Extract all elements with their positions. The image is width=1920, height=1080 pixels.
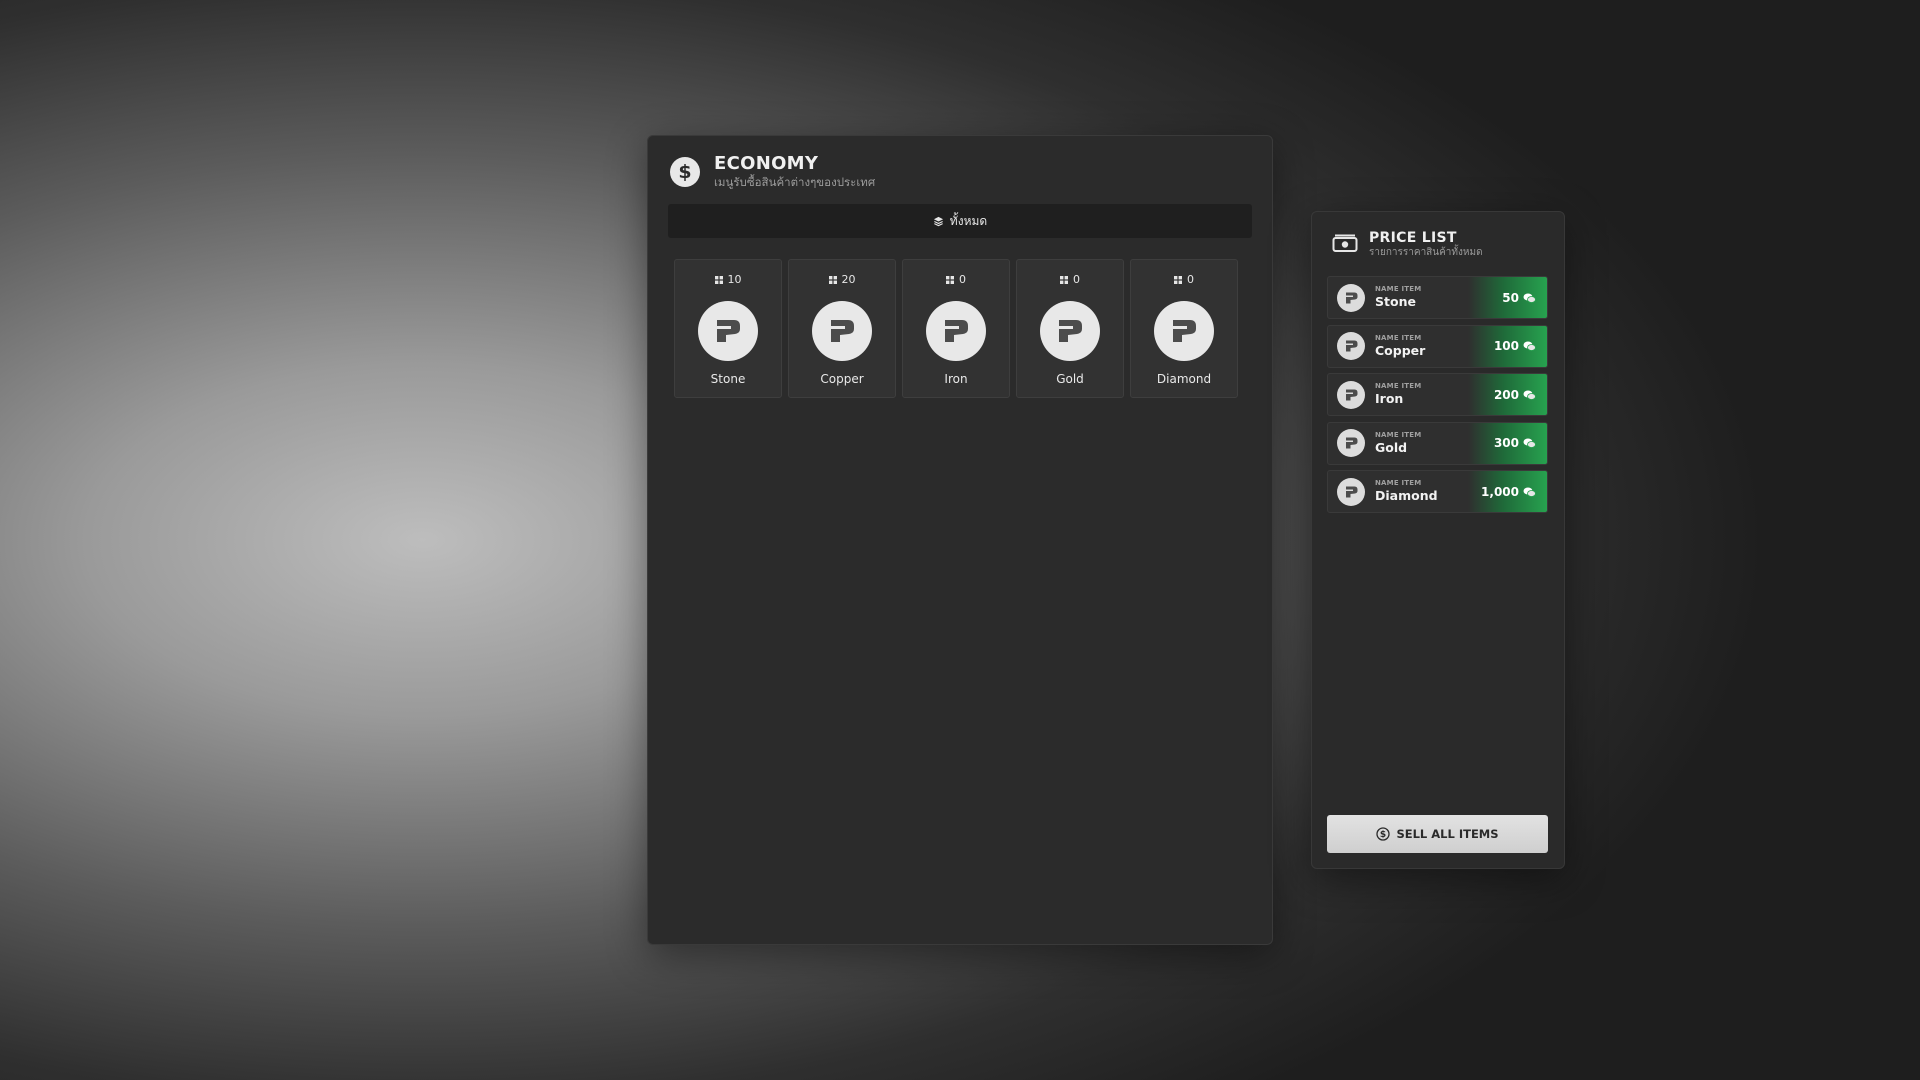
question-mark-icon [1154,301,1214,361]
item-quantity-value: 0 [959,273,966,286]
item-name: Diamond [1156,372,1212,386]
price-row-diamond[interactable]: NAME ITEM Diamond 1,000 [1327,470,1548,513]
svg-text:$: $ [1380,830,1386,840]
question-mark-icon [1337,380,1365,409]
inventory-item-iron[interactable]: 0 Iron [902,259,1010,398]
filter-all-label: ทั้งหมด [949,213,988,228]
coins-icon [1522,486,1538,498]
item-name: Stone [710,372,746,386]
price-list-panel: PRICE LIST รายการราคาสินค้าทั้งหมด NAME … [1311,211,1565,869]
price-item-name: Gold [1375,439,1408,455]
price-row-text: NAME ITEM Copper [1375,334,1425,359]
question-mark-icon [1337,477,1365,506]
price-value: 300 [1494,423,1538,464]
item-quantity-value: 0 [1187,273,1194,286]
economy-subtitle: เมนูรับซื้อสินค้าต่างๆของประเทศ [714,175,876,189]
item-name: Copper [820,372,864,386]
price-row-text: NAME ITEM Gold [1375,431,1421,456]
question-mark-icon [698,301,758,361]
price-list-subtitle: รายการราคาสินค้าทั้งหมด [1369,247,1483,258]
sell-all-items-label: SELL ALL ITEMS [1396,827,1499,841]
price-list: NAME ITEM Stone 50 NAME ITEM Copper 100 … [1327,276,1548,519]
layers-icon [933,216,944,227]
item-quantity-value: 10 [727,273,742,286]
price-item-name: Iron [1375,391,1404,406]
item-name: Iron [944,372,968,386]
price-value: 1,000 [1481,471,1538,512]
inventory-item-copper[interactable]: 20 Copper [788,259,896,398]
dollar-icon: $ [670,157,700,187]
coins-icon [1522,292,1538,304]
grid-icon [714,275,723,284]
item-quantity: 0 [1131,273,1237,286]
price-item-name: Copper [1375,342,1426,358]
sell-all-items-button[interactable]: $ SELL ALL ITEMS [1327,815,1548,853]
item-quantity-value: 0 [1073,273,1080,286]
grid-icon [946,275,954,284]
coins-icon [1522,389,1538,401]
price-list-titles: PRICE LIST รายการราคาสินค้าทั้งหมด [1369,230,1483,259]
question-mark-icon [1337,283,1365,312]
price-amount: 200 [1493,387,1519,402]
price-amount: 300 [1493,436,1519,450]
grid-icon [1060,275,1068,284]
question-mark-icon [926,301,986,361]
question-mark-icon [1040,301,1100,361]
price-row-text: NAME ITEM Iron [1375,382,1421,407]
price-value: 50 [1502,277,1538,318]
inventory-item-diamond[interactable]: 0 Diamond [1130,259,1238,398]
price-item-name: Diamond [1375,488,1438,503]
price-row-gold[interactable]: NAME ITEM Gold 300 [1327,421,1548,465]
item-quantity-value: 20 [841,273,856,286]
name-item-label: NAME ITEM [1375,285,1422,293]
price-row-text: NAME ITEM Diamond [1375,479,1438,504]
item-quantity: 0 [903,273,1009,286]
price-row-copper[interactable]: NAME ITEM Copper 100 [1327,324,1548,368]
inventory-item-gold[interactable]: 0 Gold [1016,259,1124,398]
inventory-item-stone[interactable]: 10 Stone [674,259,782,398]
price-amount: 100 [1493,339,1519,353]
price-amount: 1,000 [1481,484,1519,499]
inventory-grid: 10 Stone 20 Copper 0 Iron 0 Gold 0 Diamo… [674,259,1238,398]
name-item-label: NAME ITEM [1375,382,1422,390]
price-list-title: PRICE LIST [1369,230,1457,246]
price-value: 100 [1494,326,1538,367]
price-row-iron[interactable]: NAME ITEM Iron 200 [1327,373,1548,416]
price-row-stone[interactable]: NAME ITEM Stone 50 [1327,276,1548,319]
banknote-icon [1332,233,1358,257]
name-item-label: NAME ITEM [1375,479,1422,487]
dollar-circle-icon: $ [1376,827,1391,841]
price-row-text: NAME ITEM Stone [1375,285,1421,310]
question-mark-icon [812,301,872,361]
question-mark-icon [1337,332,1365,360]
economy-title: ECONOMY [714,153,819,174]
name-item-label: NAME ITEM [1375,430,1422,439]
economy-panel: $ ECONOMY เมนูรับซื้อสินค้าต่างๆของประเท… [647,135,1273,945]
price-list-header: PRICE LIST รายการราคาสินค้าทั้งหมด [1332,230,1483,259]
grid-icon [828,275,837,284]
item-name: Gold [1056,372,1084,386]
price-amount: 50 [1502,290,1519,305]
economy-header: $ ECONOMY เมนูรับซื้อสินค้าต่างๆของประเท… [670,154,875,190]
price-item-name: Stone [1375,294,1416,309]
item-quantity: 10 [675,273,781,286]
name-item-label: NAME ITEM [1375,333,1422,342]
question-mark-icon [1337,429,1365,457]
item-quantity: 0 [1017,273,1123,286]
filter-all-button[interactable]: ทั้งหมด [668,204,1252,238]
coins-icon [1522,340,1538,352]
coins-icon [1522,437,1538,449]
price-value: 200 [1494,374,1538,415]
economy-titles: ECONOMY เมนูรับซื้อสินค้าต่างๆของประเทศ [714,154,875,190]
item-quantity: 20 [789,273,895,286]
grid-icon [1174,275,1182,284]
